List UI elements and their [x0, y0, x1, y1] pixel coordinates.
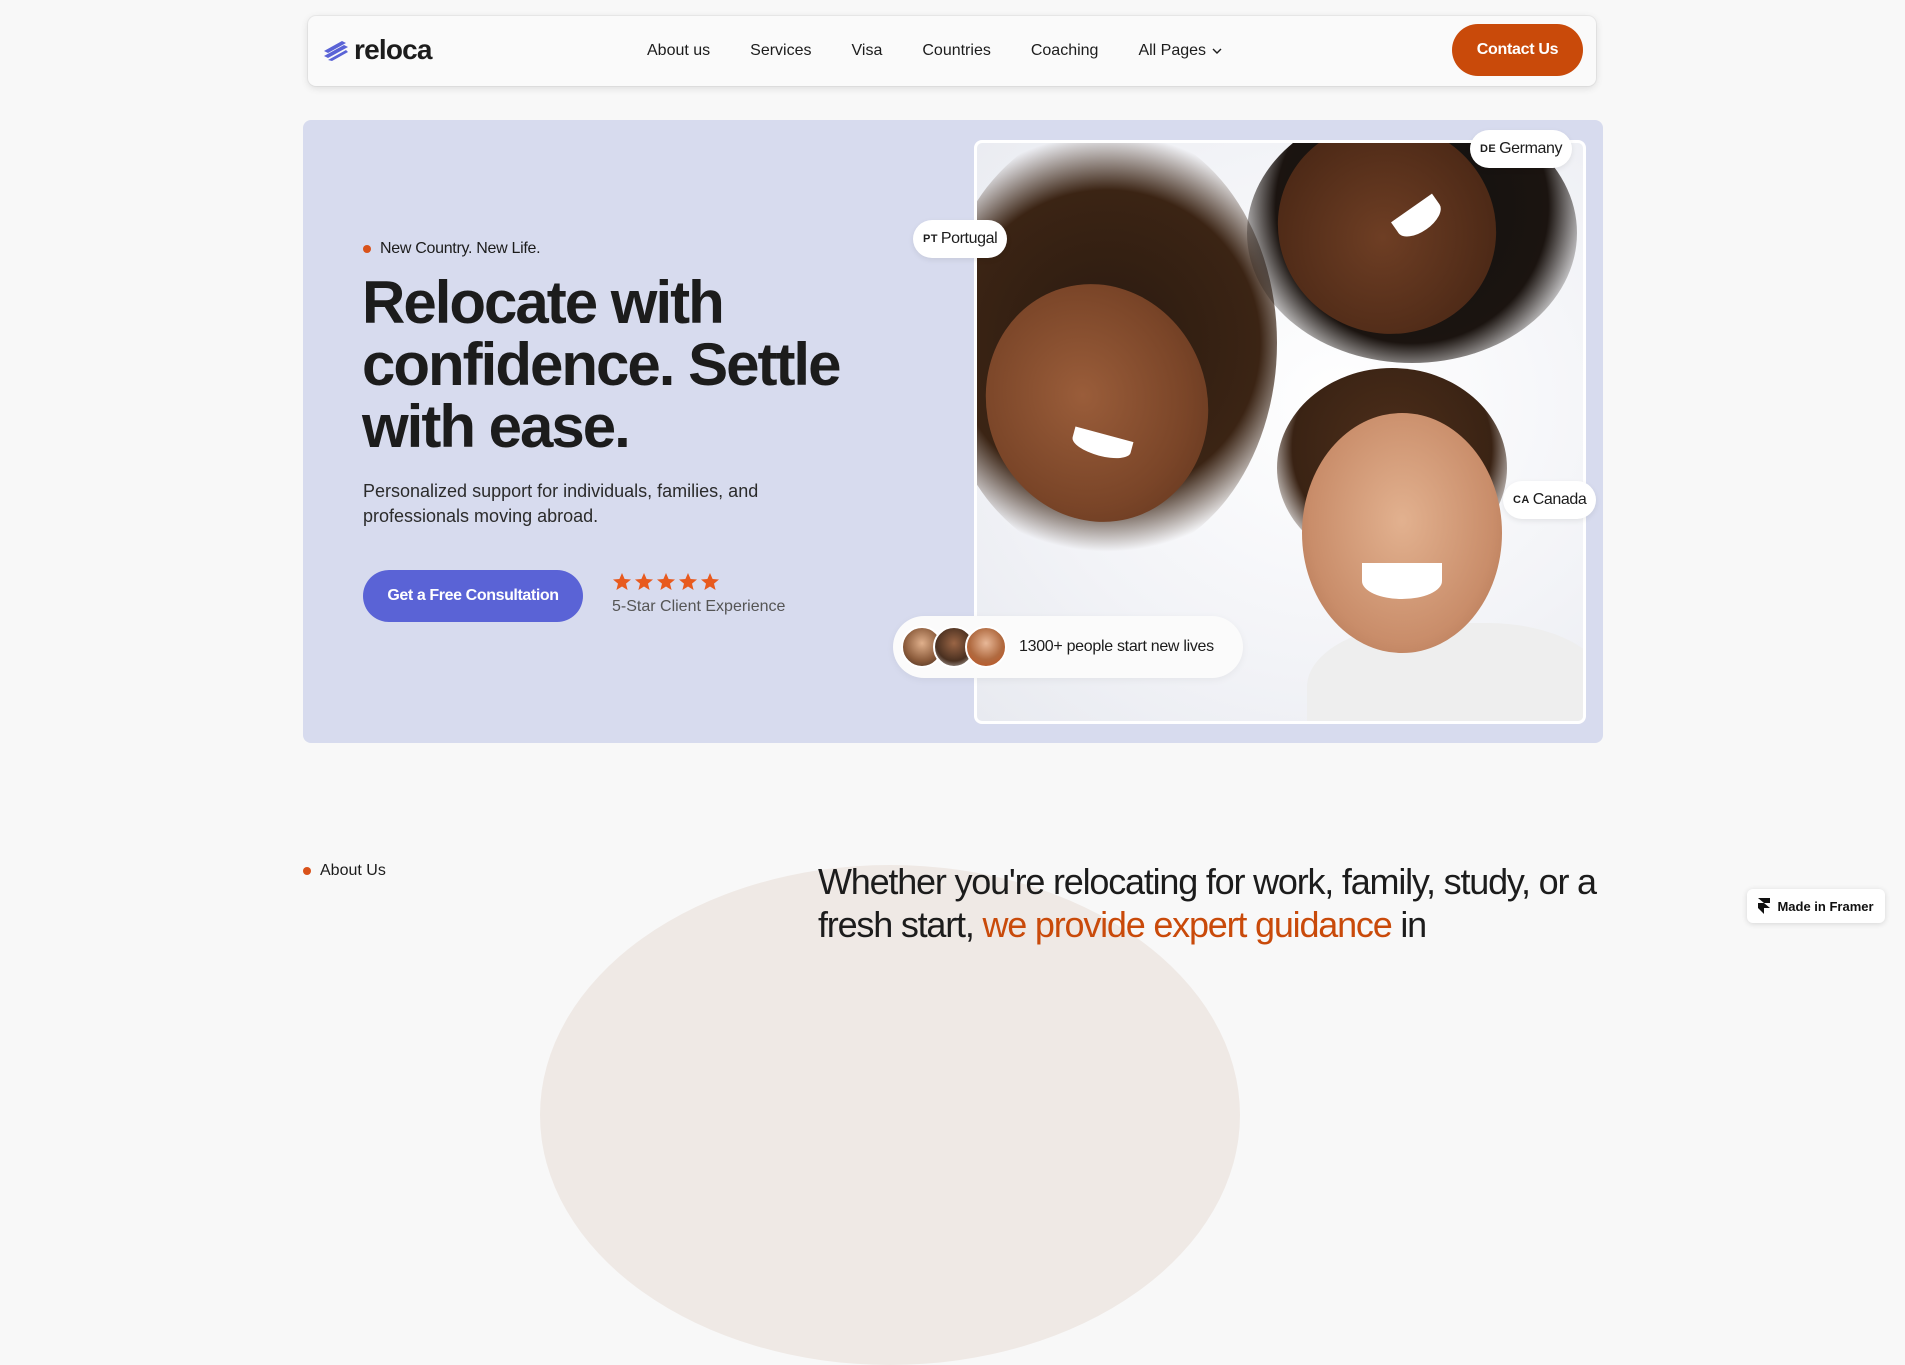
star-icon	[613, 573, 631, 590]
logo-stripes-icon	[324, 41, 348, 61]
top-navbar: reloca About us Services Visa Countries …	[308, 16, 1596, 86]
photo-smile	[1391, 193, 1447, 244]
country-code: CA	[1513, 494, 1530, 506]
made-in-framer-badge[interactable]: Made in Framer	[1747, 889, 1885, 923]
country-name: Portugal	[940, 230, 998, 247]
rating-stars	[612, 572, 720, 592]
rating-text: 5-Star Client Experience	[612, 598, 786, 615]
chevron-down-icon	[1212, 48, 1222, 54]
star-icon	[635, 573, 653, 590]
about-heading-end: in	[1400, 904, 1427, 945]
nav-link-countries[interactable]: Countries	[922, 42, 990, 60]
country-tag-portugal[interactable]: PT Portugal	[913, 220, 1008, 258]
about-label-text: About Us	[320, 862, 386, 879]
free-consultation-button[interactable]: Get a Free Consultation	[363, 570, 583, 622]
about-heading: Whether you're relocating for work, fami…	[818, 860, 1618, 946]
nav-link-services[interactable]: Services	[750, 42, 811, 60]
accent-dot-icon	[363, 245, 371, 253]
accent-dot-icon	[303, 867, 311, 875]
hero-eyebrow-text: New Country. New Life.	[380, 240, 541, 257]
nav-link-all-pages-label: All Pages	[1138, 42, 1207, 59]
hero-eyebrow: New Country. New Life.	[363, 240, 541, 258]
country-code: DE	[1480, 143, 1497, 155]
star-icon	[657, 573, 675, 590]
country-tag-germany[interactable]: DE Germany	[1470, 130, 1573, 168]
photo-smile	[1069, 426, 1134, 464]
country-name: Germany	[1499, 140, 1563, 157]
country-code: PT	[923, 233, 938, 245]
brand-logo[interactable]: reloca	[322, 34, 433, 66]
nav-link-coaching[interactable]: Coaching	[1031, 42, 1099, 60]
photo-smile	[1362, 563, 1442, 599]
nav-link-about-us[interactable]: About us	[647, 42, 710, 60]
hero-subtext: Personalized support for individuals, fa…	[363, 481, 759, 526]
about-section-label: About Us	[303, 862, 386, 880]
about-heading-accent: we provide expert guidance	[982, 904, 1392, 945]
avatar-stack	[901, 626, 1007, 668]
framer-logo-icon	[1758, 898, 1771, 914]
star-icon	[679, 573, 697, 590]
social-proof-text: 1300+ people start new lives	[1019, 638, 1214, 655]
brand-name: reloca	[354, 34, 433, 65]
hero-headline: Relocate with confidence. Settle with ea…	[362, 269, 841, 460]
social-proof-card: 1300+ people start new lives	[893, 616, 1243, 678]
badge-label: Made in Framer	[1777, 898, 1874, 914]
nav-link-visa[interactable]: Visa	[852, 42, 883, 60]
primary-nav: About us Services Visa Countries Coachin…	[647, 42, 1222, 60]
contact-us-button[interactable]: Contact Us	[1452, 24, 1583, 76]
nav-link-all-pages-dropdown[interactable]: All Pages	[1138, 42, 1222, 60]
hero-section: New Country. New Life. Relocate with con…	[303, 120, 1603, 743]
avatar	[965, 626, 1007, 668]
country-name: Canada	[1532, 491, 1587, 508]
star-icon	[701, 573, 719, 590]
photo-face-bottom-right	[1302, 413, 1502, 653]
country-tag-canada[interactable]: CA Canada	[1503, 481, 1597, 519]
